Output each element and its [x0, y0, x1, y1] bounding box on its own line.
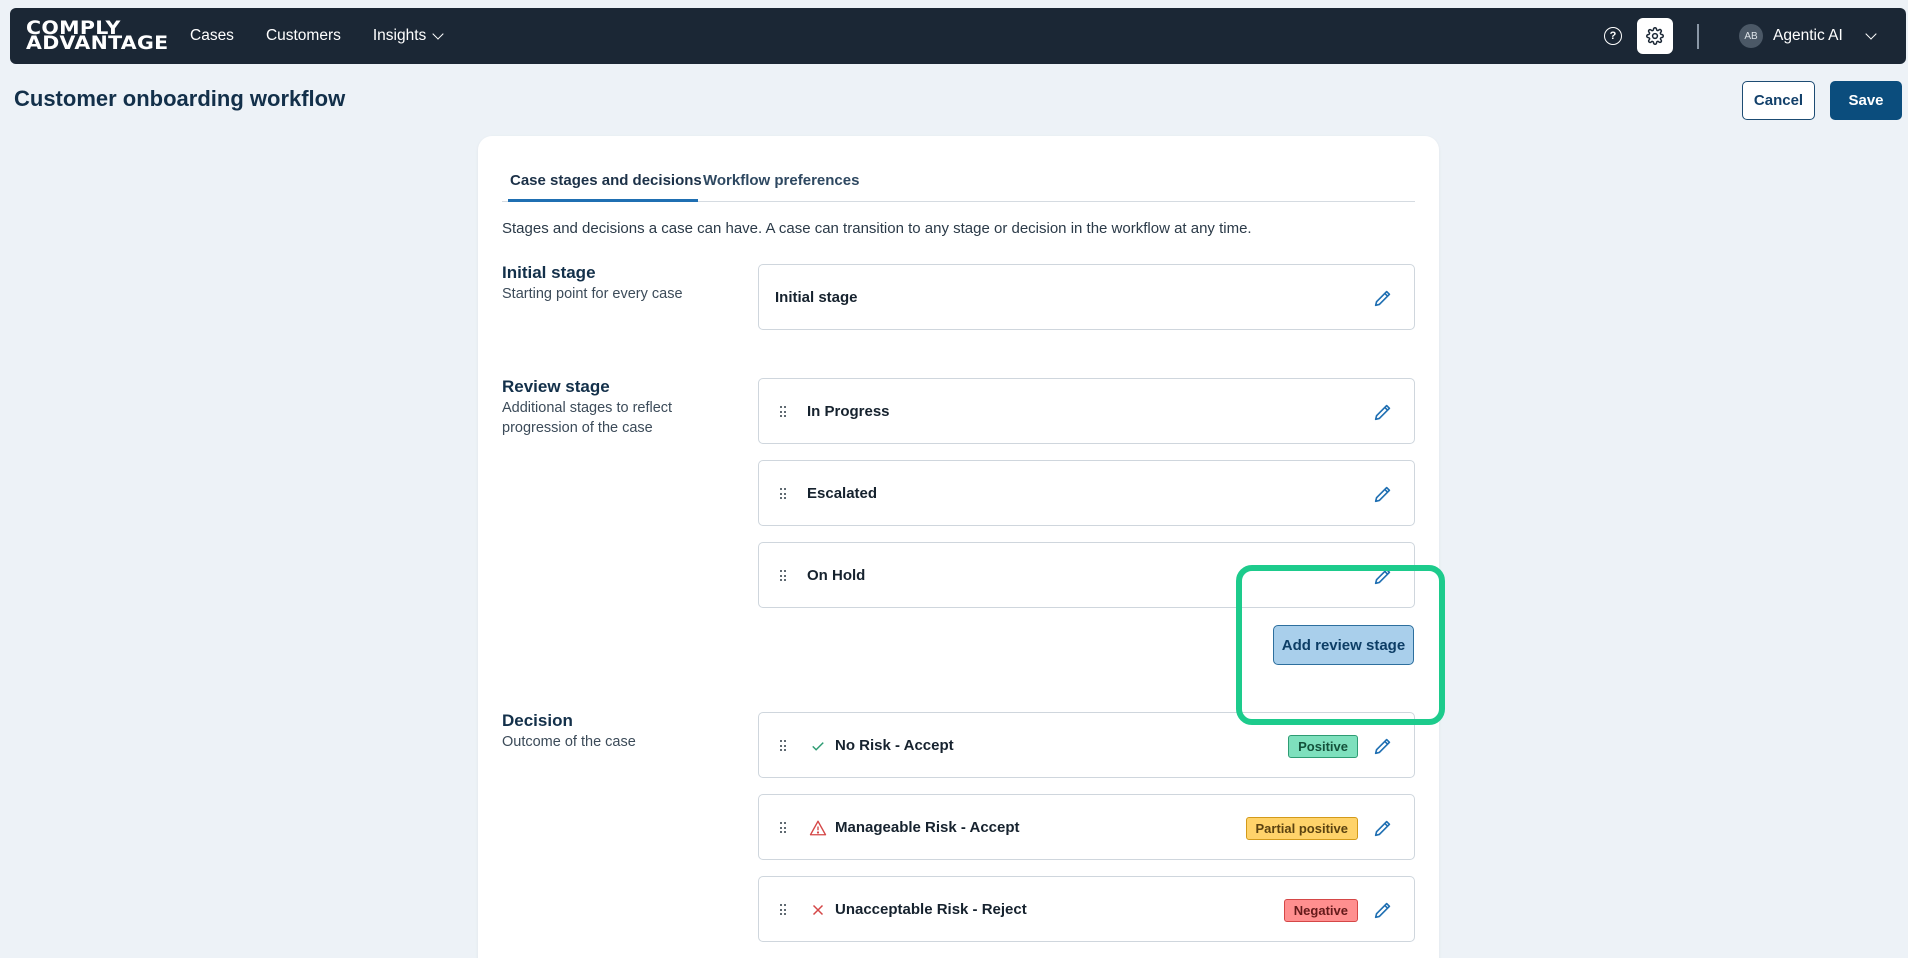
review-stage-subtitle: Additional stages to reflect progression… — [502, 400, 673, 436]
decision-row: Manageable Risk - Accept Partial positiv… — [758, 794, 1415, 860]
main-nav: Cases Customers Insights — [190, 27, 474, 45]
decision-row: No Risk - Accept Positive — [758, 712, 1415, 778]
user-menu[interactable]: AB Agentic AI — [1739, 24, 1877, 48]
status-badge: Negative — [1283, 899, 1358, 922]
status-badge: Positive — [1288, 735, 1358, 758]
initial-stage-subtitle: Starting point for every case — [502, 286, 683, 302]
drag-handle-icon[interactable] — [780, 822, 788, 834]
pencil-icon[interactable] — [1372, 899, 1394, 921]
stage-label: In Progress — [807, 402, 890, 420]
nav-customers-label: Customers — [265, 27, 341, 44]
drag-handle-icon[interactable] — [780, 488, 788, 500]
drag-handle-icon[interactable] — [780, 406, 788, 418]
user-name: Agentic AI — [1773, 27, 1843, 44]
topbar-divider — [1697, 24, 1699, 49]
intro-text: Stages and decisions a case can have. A … — [502, 220, 1252, 237]
chevron-down-icon — [432, 27, 444, 40]
stage-label: Escalated — [807, 484, 878, 502]
tab-case-stages[interactable]: Case stages and decisions — [510, 172, 702, 197]
drag-handle-icon[interactable] — [780, 740, 788, 752]
nav-cases[interactable]: Cases — [190, 27, 234, 45]
stage-label: Initial stage — [775, 288, 858, 306]
review-stage-row: On Hold — [758, 542, 1415, 608]
initial-stage-row: Initial stage — [758, 264, 1415, 330]
decision-subtitle: Outcome of the case — [502, 734, 636, 750]
check-icon — [812, 742, 824, 751]
pencil-icon[interactable] — [1372, 817, 1394, 839]
pencil-icon[interactable] — [1372, 401, 1394, 423]
review-stage-row: Escalated — [758, 460, 1415, 526]
nav-customers[interactable]: Customers — [266, 27, 341, 45]
x-icon — [812, 904, 824, 916]
decision-label: No Risk - Accept — [835, 736, 954, 754]
status-badge: Partial positive — [1245, 817, 1358, 840]
comply-advantage-logo[interactable]: COMPLY ADVANTAGE — [26, 19, 168, 53]
pencil-icon[interactable] — [1372, 287, 1394, 309]
nav-insights[interactable]: Insights — [372, 27, 444, 45]
drag-handle-icon[interactable] — [780, 570, 788, 582]
nav-cases-label: Cases — [190, 27, 234, 44]
decision-label: Unacceptable Risk - Reject — [835, 900, 1027, 918]
pencil-icon[interactable] — [1372, 565, 1394, 587]
cancel-button[interactable]: Cancel — [1742, 81, 1815, 120]
initial-stage-title: Initial stage — [502, 263, 596, 282]
drag-handle-icon[interactable] — [780, 904, 788, 916]
pencil-icon[interactable] — [1372, 483, 1394, 505]
warning-icon — [809, 820, 827, 836]
top-navbar: COMPLY ADVANTAGE Cases Customers Insight… — [10, 8, 1906, 64]
save-button[interactable]: Save — [1830, 81, 1902, 120]
add-review-stage-button[interactable]: Add review stage — [1273, 625, 1414, 665]
decision-row: Unacceptable Risk - Reject Negative — [758, 876, 1415, 942]
help-icon[interactable]: ? — [1604, 27, 1622, 45]
gear-icon — [1646, 27, 1664, 45]
decision-label: Manageable Risk - Accept — [835, 818, 1020, 836]
pencil-icon[interactable] — [1372, 735, 1394, 757]
nav-insights-label: Insights — [372, 27, 427, 44]
avatar: AB — [1739, 24, 1763, 48]
stage-label: On Hold — [807, 566, 866, 584]
tab-bar: Case stages and decisions Workflow prefe… — [502, 166, 1415, 202]
decision-title: Decision — [502, 711, 573, 730]
page-title: Customer onboarding workflow — [14, 86, 346, 111]
review-stage-row: In Progress — [758, 378, 1415, 444]
settings-button[interactable] — [1637, 18, 1673, 54]
active-tab-indicator — [508, 199, 698, 202]
chevron-down-icon — [1865, 27, 1877, 40]
review-stage-title: Review stage — [502, 377, 610, 396]
tab-workflow-preferences[interactable]: Workflow preferences — [703, 172, 859, 189]
logo-line-2: ADVANTAGE — [26, 32, 169, 54]
workflow-card: Case stages and decisions Workflow prefe… — [478, 136, 1439, 958]
